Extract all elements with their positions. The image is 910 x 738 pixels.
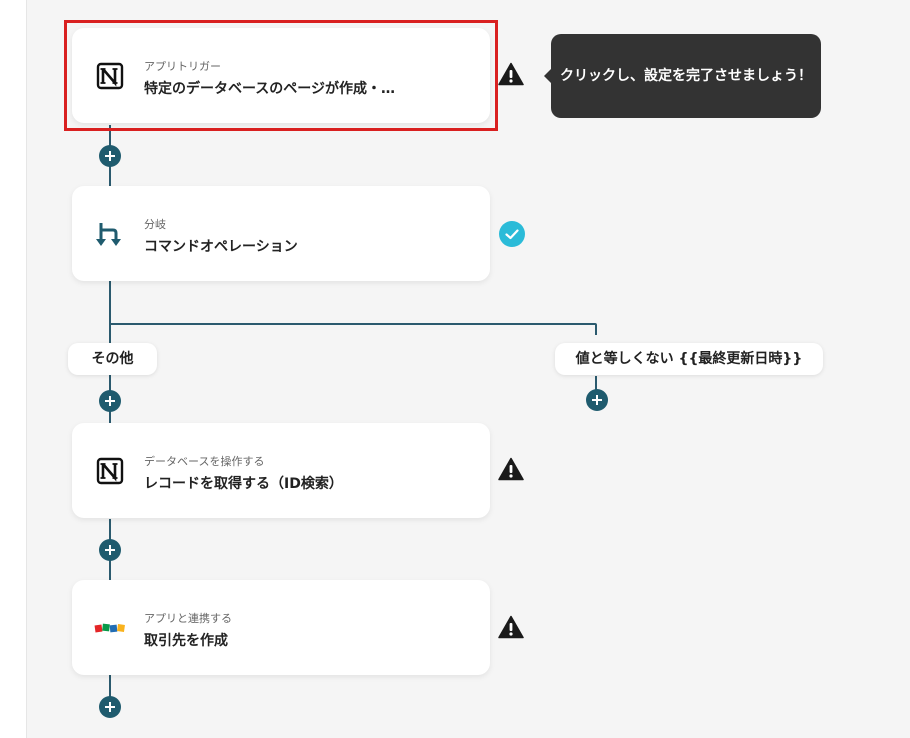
tooltip-text: クリックし、設定を完了させましょう！	[560, 68, 812, 84]
step-type-label: アプリと連携する	[144, 612, 232, 625]
step-card-database[interactable]: データベースを操作する レコードを取得する（ID検索）	[72, 423, 490, 518]
add-step-button[interactable]	[99, 696, 121, 718]
notion-icon	[94, 455, 126, 487]
step-title: レコードを取得する（ID検索）	[144, 476, 343, 492]
step-card-branch[interactable]: 分岐 コマンドオペレーション	[72, 186, 490, 281]
connector-line	[109, 323, 595, 325]
warning-icon[interactable]	[498, 62, 524, 86]
add-step-button[interactable]	[586, 389, 608, 411]
zoho-icon	[94, 612, 126, 644]
selected-step-highlight	[64, 20, 498, 131]
check-icon	[499, 221, 525, 247]
branch-label-condition[interactable]: 値と等しくない {{最終更新日時}}	[555, 343, 823, 375]
branch-icon	[94, 218, 126, 250]
branch-label-text: 値と等しくない {{最終更新日時}}	[575, 351, 803, 367]
step-title: 取引先を作成	[144, 633, 228, 649]
add-step-button[interactable]	[99, 539, 121, 561]
branch-label-other[interactable]: その他	[68, 343, 157, 375]
add-step-button[interactable]	[99, 390, 121, 412]
branch-label-text: その他	[91, 351, 134, 367]
step-title: コマンドオペレーション	[144, 239, 298, 255]
step-card-zoho[interactable]: アプリと連携する 取引先を作成	[72, 580, 490, 675]
warning-icon[interactable]	[498, 457, 524, 481]
warning-icon[interactable]	[498, 615, 524, 639]
connector-line	[595, 323, 597, 335]
step-type-label: データベースを操作する	[144, 455, 265, 468]
setup-tooltip: クリックし、設定を完了させましょう！	[544, 34, 821, 118]
add-step-button[interactable]	[99, 145, 121, 167]
step-type-label: 分岐	[144, 218, 166, 231]
